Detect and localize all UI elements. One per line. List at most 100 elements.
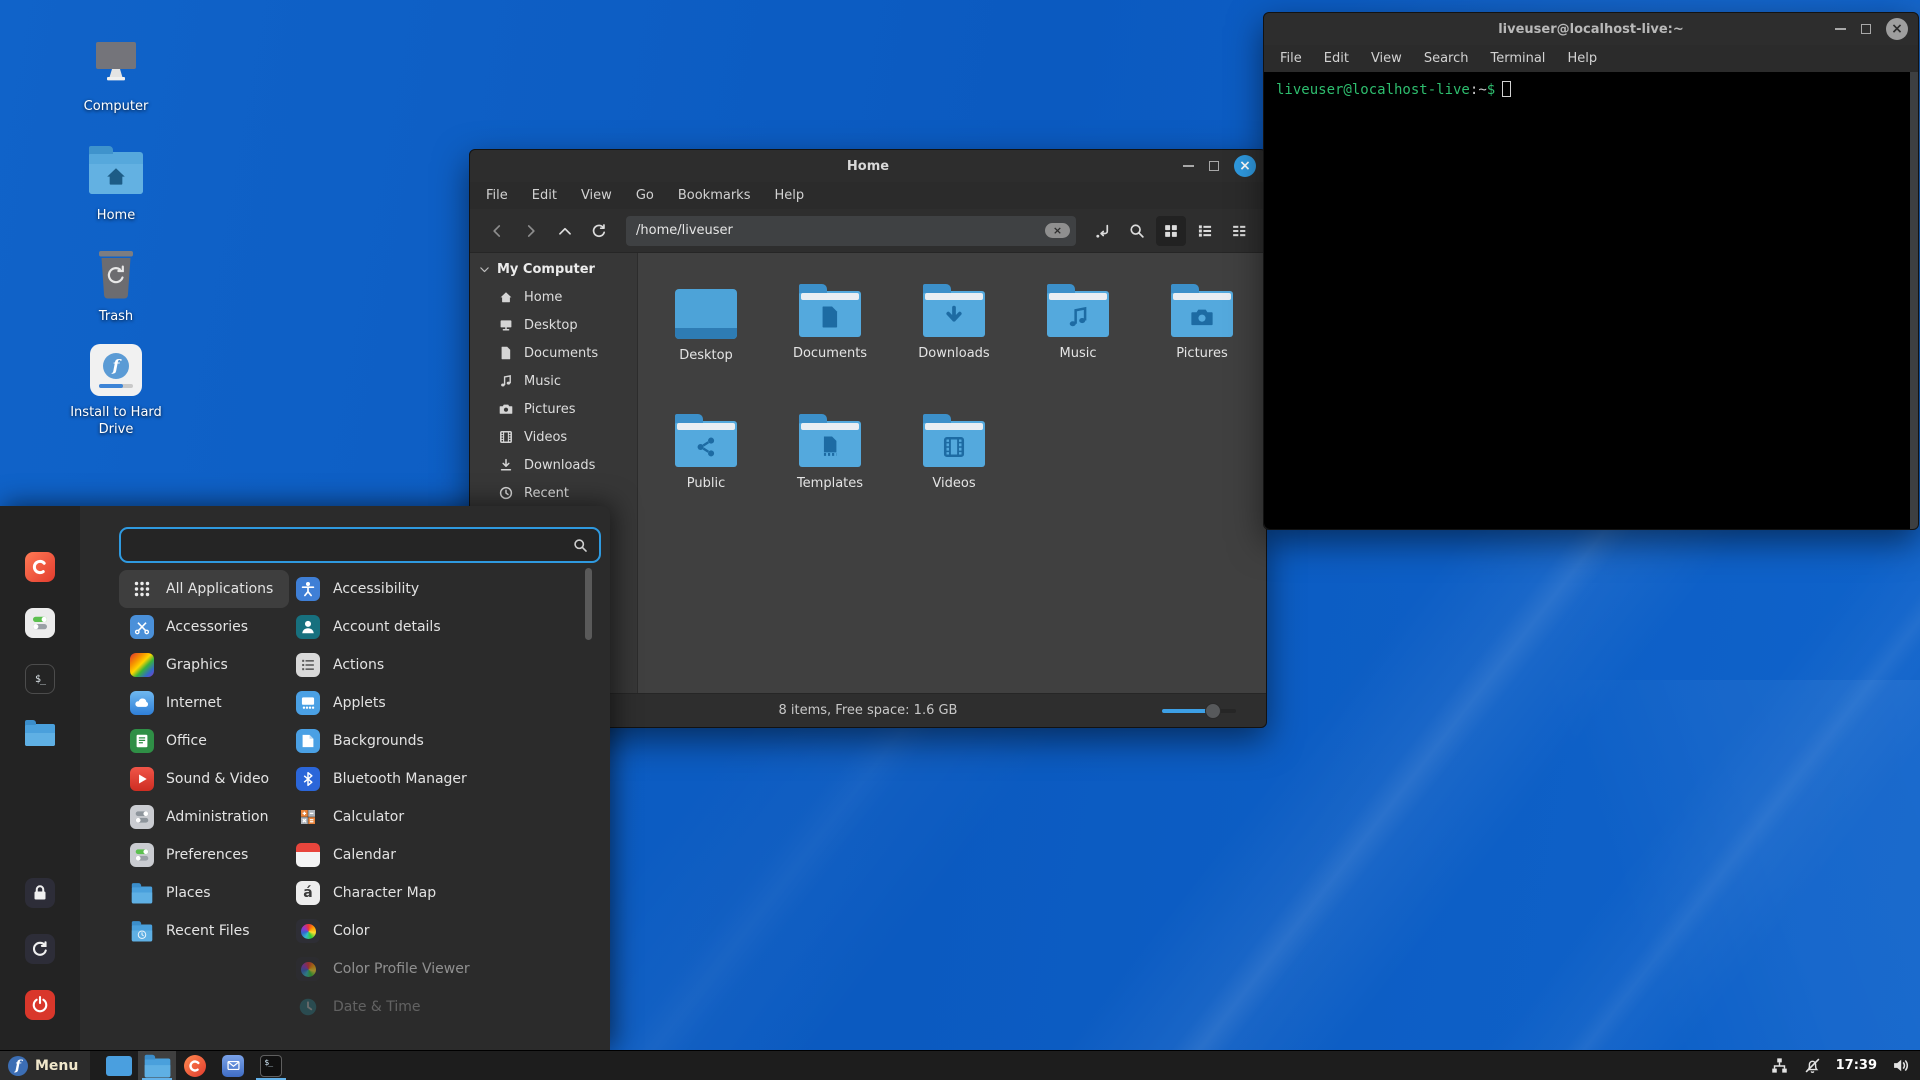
desktop-icon-install[interactable]: fInstall to Hard Drive [56,342,176,439]
sidebar-group-my-computer[interactable]: My Computer [470,259,637,283]
fm-item-downloads[interactable]: Downloads [892,281,1016,399]
fm-path-input[interactable] [636,223,1045,238]
close-button[interactable]: × [1234,155,1256,177]
category-administration[interactable]: Administration [119,798,284,836]
category-all-applications[interactable]: All Applications [119,570,289,608]
category-office[interactable]: Office [119,722,223,760]
menu-button-file-manager[interactable] [25,724,55,746]
fm-menu-edit[interactable]: Edit [532,188,557,203]
app-color-profile-viewer[interactable]: Color Profile Viewer [296,950,470,988]
menu-button-settings[interactable] [25,608,55,638]
app-backgrounds[interactable]: Backgrounds [296,722,470,760]
menu-button-browser[interactable] [25,552,55,582]
fm-menu-view[interactable]: View [581,188,612,203]
minimize-button[interactable] [1835,28,1846,30]
category-preferences[interactable]: Preferences [119,836,264,874]
jump-to-path-button[interactable] [1088,216,1118,246]
sidebar-item-desktop[interactable]: Desktop [470,311,637,339]
internet-icon [130,691,154,715]
app-character-map[interactable]: áCharacter Map [296,874,470,912]
terminal-menu-help[interactable]: Help [1567,51,1597,66]
back-button[interactable] [482,216,512,246]
terminal-menu-search[interactable]: Search [1424,51,1469,66]
search-button[interactable] [1122,216,1152,246]
fm-menu-bookmarks[interactable]: Bookmarks [678,188,751,203]
terminal-menu-terminal[interactable]: Terminal [1490,51,1545,66]
fm-item-documents[interactable]: Documents [768,281,892,399]
taskbar-menu-button[interactable]: f Menu [0,1051,90,1080]
category-places[interactable]: Places [119,874,227,912]
app-actions[interactable]: Actions [296,646,470,684]
sidebar-item-downloads[interactable]: Downloads [470,451,637,479]
up-button[interactable] [550,216,580,246]
sidebar-item-videos[interactable]: Videos [470,423,637,451]
category-accessories[interactable]: Accessories [119,608,264,646]
compact-view-button[interactable] [1224,216,1254,246]
apps-scrollbar[interactable] [585,568,592,640]
slider-handle[interactable] [1205,703,1221,719]
app-calculator[interactable]: Calculator [296,798,470,836]
app-date-time[interactable]: Date & Time [296,988,470,1026]
sidebar-item-music[interactable]: Music [470,367,637,395]
taskbar-mail[interactable] [214,1051,252,1080]
app-color[interactable]: Color [296,912,470,950]
taskbar-desktop-pager[interactable] [100,1051,138,1080]
fm-item-templates[interactable]: Templates [768,411,892,529]
desktop-icon-computer[interactable]: Computer [56,36,176,116]
maximize-button[interactable] [1861,24,1871,34]
fm-item-music[interactable]: Music [1016,281,1140,399]
terminal-menu-view[interactable]: View [1371,51,1402,66]
network-icon[interactable] [1770,1056,1789,1075]
category-sound-video[interactable]: Sound & Video [119,760,285,798]
menu-button-terminal[interactable]: $_ [25,664,55,694]
fm-menu-help[interactable]: Help [774,188,804,203]
app-applets[interactable]: Applets [296,684,470,722]
terminal-menu-edit[interactable]: Edit [1324,51,1349,66]
menu-button-lock-screen[interactable] [25,878,55,908]
fm-menu-go[interactable]: Go [636,188,654,203]
sidebar-item-documents[interactable]: Documents [470,339,637,367]
fm-item-videos[interactable]: Videos [892,411,1016,529]
volume-icon[interactable] [1891,1056,1910,1075]
sidebar-item-home[interactable]: Home [470,283,637,311]
taskbar-file-manager[interactable] [138,1051,176,1080]
fm-item-pictures[interactable]: Pictures [1140,281,1264,399]
detailed-list-view-button[interactable] [1190,216,1220,246]
bell-slash-icon[interactable] [1803,1056,1822,1075]
close-button[interactable]: × [1886,18,1908,40]
minimize-button[interactable] [1183,165,1194,167]
category-graphics[interactable]: Graphics [119,646,244,684]
reload-button[interactable] [584,216,614,246]
fm-item-public[interactable]: Public [644,411,768,529]
icon-zoom-slider[interactable] [1162,694,1236,727]
terminal-menu-file[interactable]: File [1280,51,1302,66]
forward-button[interactable] [516,216,546,246]
category-internet[interactable]: Internet [119,684,238,722]
app-accessibility[interactable]: Accessibility [296,570,470,608]
desktop-icon-trash[interactable]: Trash [56,246,176,326]
icon-view-button[interactable] [1156,216,1186,246]
taskbar-terminal[interactable]: $_ [252,1051,290,1080]
house-icon [498,289,514,305]
fm-item-desktop[interactable]: Desktop [644,281,768,399]
menu-search-input[interactable] [131,537,572,553]
terminal-screen[interactable]: liveuser@localhost-live:~$ [1264,72,1918,529]
terminal-titlebar[interactable]: liveuser@localhost-live:~ × [1264,13,1918,45]
app-account-details[interactable]: Account details [296,608,470,646]
maximize-button[interactable] [1209,161,1219,171]
clear-path-icon[interactable]: × [1045,223,1070,238]
sidebar-item-recent[interactable]: Recent [470,479,637,507]
taskbar-firefox[interactable] [176,1051,214,1080]
fm-menu-file[interactable]: File [486,188,508,203]
category-recent-files[interactable]: Recent Files [119,912,266,950]
terminal-scrollbar[interactable] [1910,72,1918,529]
sidebar-item-pictures[interactable]: Pictures [470,395,637,423]
desktop-icon-home[interactable]: Home [56,145,176,225]
app-bluetooth-manager[interactable]: Bluetooth Manager [296,760,470,798]
fm-titlebar[interactable]: Home × [470,150,1266,182]
menu-button-leave[interactable] [25,934,55,964]
app-calendar[interactable]: Calendar [296,836,470,874]
fm-content[interactable]: DesktopDocumentsDownloadsMusicPictures Pu… [638,253,1266,693]
menu-button-shutdown[interactable] [25,990,55,1020]
taskbar-clock[interactable]: 17:39 [1836,1058,1877,1073]
